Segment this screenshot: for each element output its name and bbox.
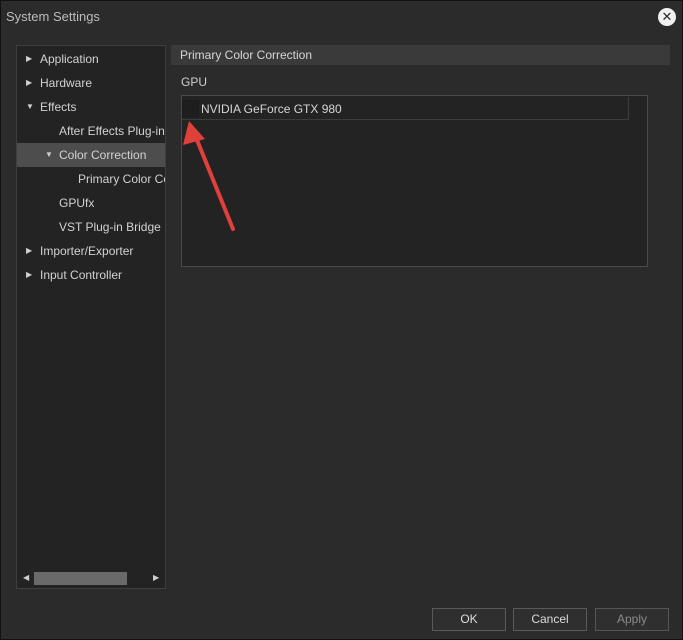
expand-arrow-icon[interactable]: ▶ [26,78,32,87]
collapse-arrow-icon[interactable]: ▼ [26,102,34,111]
tree-item-label: Hardware [40,76,93,90]
tree-item-input-controller[interactable]: ▶ Input Controller [17,263,165,287]
tree-item-label: Importer/Exporter [40,244,134,258]
section-title: Primary Color Correction [180,48,313,62]
arrow-left-icon[interactable]: ◀ [23,573,29,582]
settings-tree: ▶ Application ▶ Hardware ▼ Effects After… [16,45,166,589]
arrow-right-icon[interactable]: ▶ [153,573,159,582]
expand-arrow-icon[interactable]: ▶ [26,246,32,255]
cancel-button[interactable]: Cancel [513,608,587,631]
tree-item-label: GPUfx [59,196,95,210]
close-icon[interactable]: ✕ [658,8,676,26]
tree-item-label: Primary Color Correction [78,172,165,186]
gpu-label: GPU [181,75,208,89]
collapse-arrow-icon[interactable]: ▼ [45,150,53,159]
title-bar: System Settings ✕ [1,1,682,33]
section-header: Primary Color Correction [171,45,670,65]
annotation-arrow-icon [183,121,235,231]
tree-item-after-effects-bridge[interactable]: After Effects Plug-in Bridge [17,119,165,143]
expand-arrow-icon[interactable]: ▶ [26,54,32,63]
tree-item-color-correction[interactable]: ▼ Color Correction [17,143,165,167]
tree-item-label: After Effects Plug-in Bridge [59,124,165,138]
tree-item-label: Color Correction [59,148,147,162]
ok-button[interactable]: OK [432,608,506,631]
gpu-list: NVIDIA GeForce GTX 980 [181,95,648,267]
tree-item-gpufx[interactable]: GPUfx [17,191,165,215]
tree-item-hardware[interactable]: ▶ Hardware [17,71,165,95]
tree-item-effects[interactable]: ▼ Effects [17,95,165,119]
tree-item-label: Effects [40,100,77,114]
tree-item-importer-exporter[interactable]: ▶ Importer/Exporter [17,239,165,263]
window-title: System Settings [6,9,100,24]
scrollbar-thumb[interactable] [34,572,127,585]
tree-item-vst-bridge[interactable]: VST Plug-in Bridge [17,215,165,239]
expand-arrow-icon[interactable]: ▶ [26,270,32,279]
tree-item-label: Application [40,52,99,66]
tree-item-label: VST Plug-in Bridge [59,220,161,234]
tree-item-primary-color-correction[interactable]: Primary Color Correction [17,167,165,191]
tree-item-label: Input Controller [40,268,123,282]
apply-button[interactable]: Apply [595,608,669,631]
tree-item-application[interactable]: ▶ Application [17,47,165,71]
horizontal-scrollbar[interactable]: ◀ ▶ [17,569,165,588]
settings-window: System Settings ✕ ▶ Application ▶ Hardwa… [0,0,683,640]
